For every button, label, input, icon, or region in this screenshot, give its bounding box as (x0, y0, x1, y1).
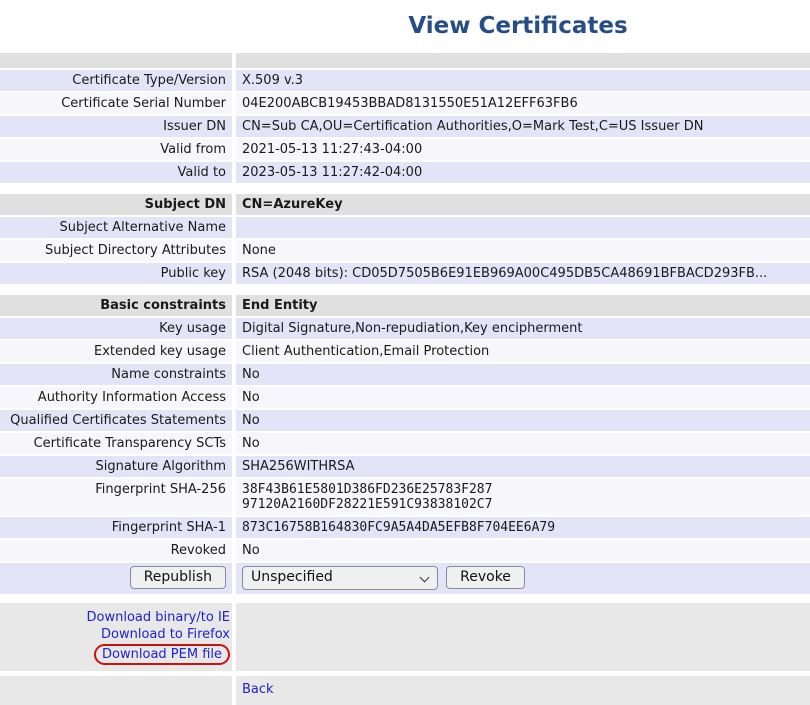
section-header-label: Basic constraints (0, 295, 232, 316)
red-circle-annotation: Download PEM file (94, 644, 230, 665)
field-value: 38F43B61E5801D386FD236E25783F28797120A21… (236, 479, 810, 515)
section-header-label (0, 53, 232, 68)
row-certificate-serial-number: Certificate Serial Number04E200ABCB19453… (0, 93, 810, 114)
field-value: 04E200ABCB19453BBAD8131550E51A12EFF63FB6 (236, 93, 810, 114)
download-link-download-binary-to-ie[interactable]: Download binary/to IE (0, 609, 230, 626)
field-label: Certificate Type/Version (0, 70, 232, 91)
back-row: Back (0, 676, 810, 705)
field-label: Certificate Serial Number (0, 93, 232, 114)
field-value: No (236, 387, 810, 408)
field-value: X.509 v.3 (236, 70, 810, 91)
field-label: Name constraints (0, 364, 232, 385)
row-issuer-dn: Issuer DNCN=Sub CA,OU=Certification Auth… (0, 116, 810, 137)
row-subject-alternative-name: Subject Alternative Name (0, 217, 810, 238)
field-value: No (236, 433, 810, 454)
field-label: Public key (0, 263, 232, 284)
section-header-value (236, 53, 810, 68)
section-header-blank (0, 53, 810, 68)
field-value: 2023-05-13 11:27:42-04:00 (236, 162, 810, 183)
field-value: RSA (2048 bits): CD05D7505B6E91EB969A00C… (236, 263, 810, 284)
section-header-subject-dn: Subject DNCN=AzureKey (0, 194, 810, 215)
download-link-download-pem-file[interactable]: Download PEM file (102, 646, 222, 663)
certificate-actions-row: Republish Unspecified Revoke (0, 563, 810, 594)
field-label: Authority Information Access (0, 387, 232, 408)
row-authority-information-access: Authority Information AccessNo (0, 387, 810, 408)
field-value: Client Authentication,Email Protection (236, 341, 810, 362)
field-label: Fingerprint SHA-256 (0, 479, 232, 515)
row-key-usage: Key usageDigital Signature,Non-repudiati… (0, 318, 810, 339)
row-fingerprint-sha-256: Fingerprint SHA-25638F43B61E5801D386FD23… (0, 479, 810, 515)
field-label: Subject Directory Attributes (0, 240, 232, 261)
field-label: Valid from (0, 139, 232, 160)
field-value: None (236, 240, 810, 261)
row-fingerprint-sha-1: Fingerprint SHA-1873C16758B164830FC9A5A4… (0, 517, 810, 538)
field-label: Extended key usage (0, 341, 232, 362)
field-label: Signature Algorithm (0, 456, 232, 477)
section-header-value: CN=AzureKey (236, 194, 810, 215)
field-label: Subject Alternative Name (0, 217, 232, 238)
download-section-spacer (236, 603, 810, 671)
field-value: No (236, 540, 810, 561)
row-valid-to: Valid to2023-05-13 11:27:42-04:00 (0, 162, 810, 183)
page-header: View Certificates (0, 0, 810, 53)
row-extended-key-usage: Extended key usageClient Authentication,… (0, 341, 810, 362)
row-revoked: RevokedNo (0, 540, 810, 561)
row-certificate-transparency-scts: Certificate Transparency SCTsNo (0, 433, 810, 454)
field-label: Issuer DN (0, 116, 232, 137)
row-name-constraints: Name constraintsNo (0, 364, 810, 385)
row-certificate-type-version: Certificate Type/VersionX.509 v.3 (0, 70, 810, 91)
field-label: Revoked (0, 540, 232, 561)
row-subject-directory-attributes: Subject Directory AttributesNone (0, 240, 810, 261)
field-value: Digital Signature,Non-repudiation,Key en… (236, 318, 810, 339)
download-section: Download binary/to IEDownload to Firefox… (0, 603, 810, 671)
section-header-basic-constraints: Basic constraintsEnd Entity (0, 295, 810, 316)
page-title: View Certificates (408, 13, 627, 39)
field-value: 873C16758B164830FC9A5A4DA5EFB8F704EE6A79 (236, 517, 810, 538)
download-links: Download binary/to IEDownload to Firefox… (0, 603, 232, 671)
field-label: Fingerprint SHA-1 (0, 517, 232, 538)
row-qualified-certificates-statements: Qualified Certificates StatementsNo (0, 410, 810, 431)
field-value: 2021-05-13 11:27:43-04:00 (236, 139, 810, 160)
field-label: Certificate Transparency SCTs (0, 433, 232, 454)
section-header-label: Subject DN (0, 194, 232, 215)
certificate-details-table: Certificate Type/VersionX.509 v.3Certifi… (0, 53, 810, 561)
field-value (236, 217, 810, 238)
section-header-value: End Entity (236, 295, 810, 316)
republish-button[interactable]: Republish (130, 566, 226, 589)
field-value: No (236, 410, 810, 431)
field-value: CN=Sub CA,OU=Certification Authorities,O… (236, 116, 810, 137)
field-label: Key usage (0, 318, 232, 339)
row-signature-algorithm: Signature AlgorithmSHA256WITHRSA (0, 456, 810, 477)
field-value: No (236, 364, 810, 385)
field-label: Qualified Certificates Statements (0, 410, 232, 431)
back-row-spacer (0, 676, 232, 705)
field-label: Valid to (0, 162, 232, 183)
revoke-button[interactable]: Revoke (446, 566, 525, 589)
field-value: SHA256WITHRSA (236, 456, 810, 477)
revocation-reason-select[interactable]: Unspecified (242, 566, 438, 590)
back-link[interactable]: Back (242, 682, 274, 698)
download-link-download-to-firefox[interactable]: Download to Firefox (0, 626, 230, 643)
row-public-key: Public keyRSA (2048 bits): CD05D7505B6E9… (0, 263, 810, 284)
row-valid-from: Valid from2021-05-13 11:27:43-04:00 (0, 139, 810, 160)
